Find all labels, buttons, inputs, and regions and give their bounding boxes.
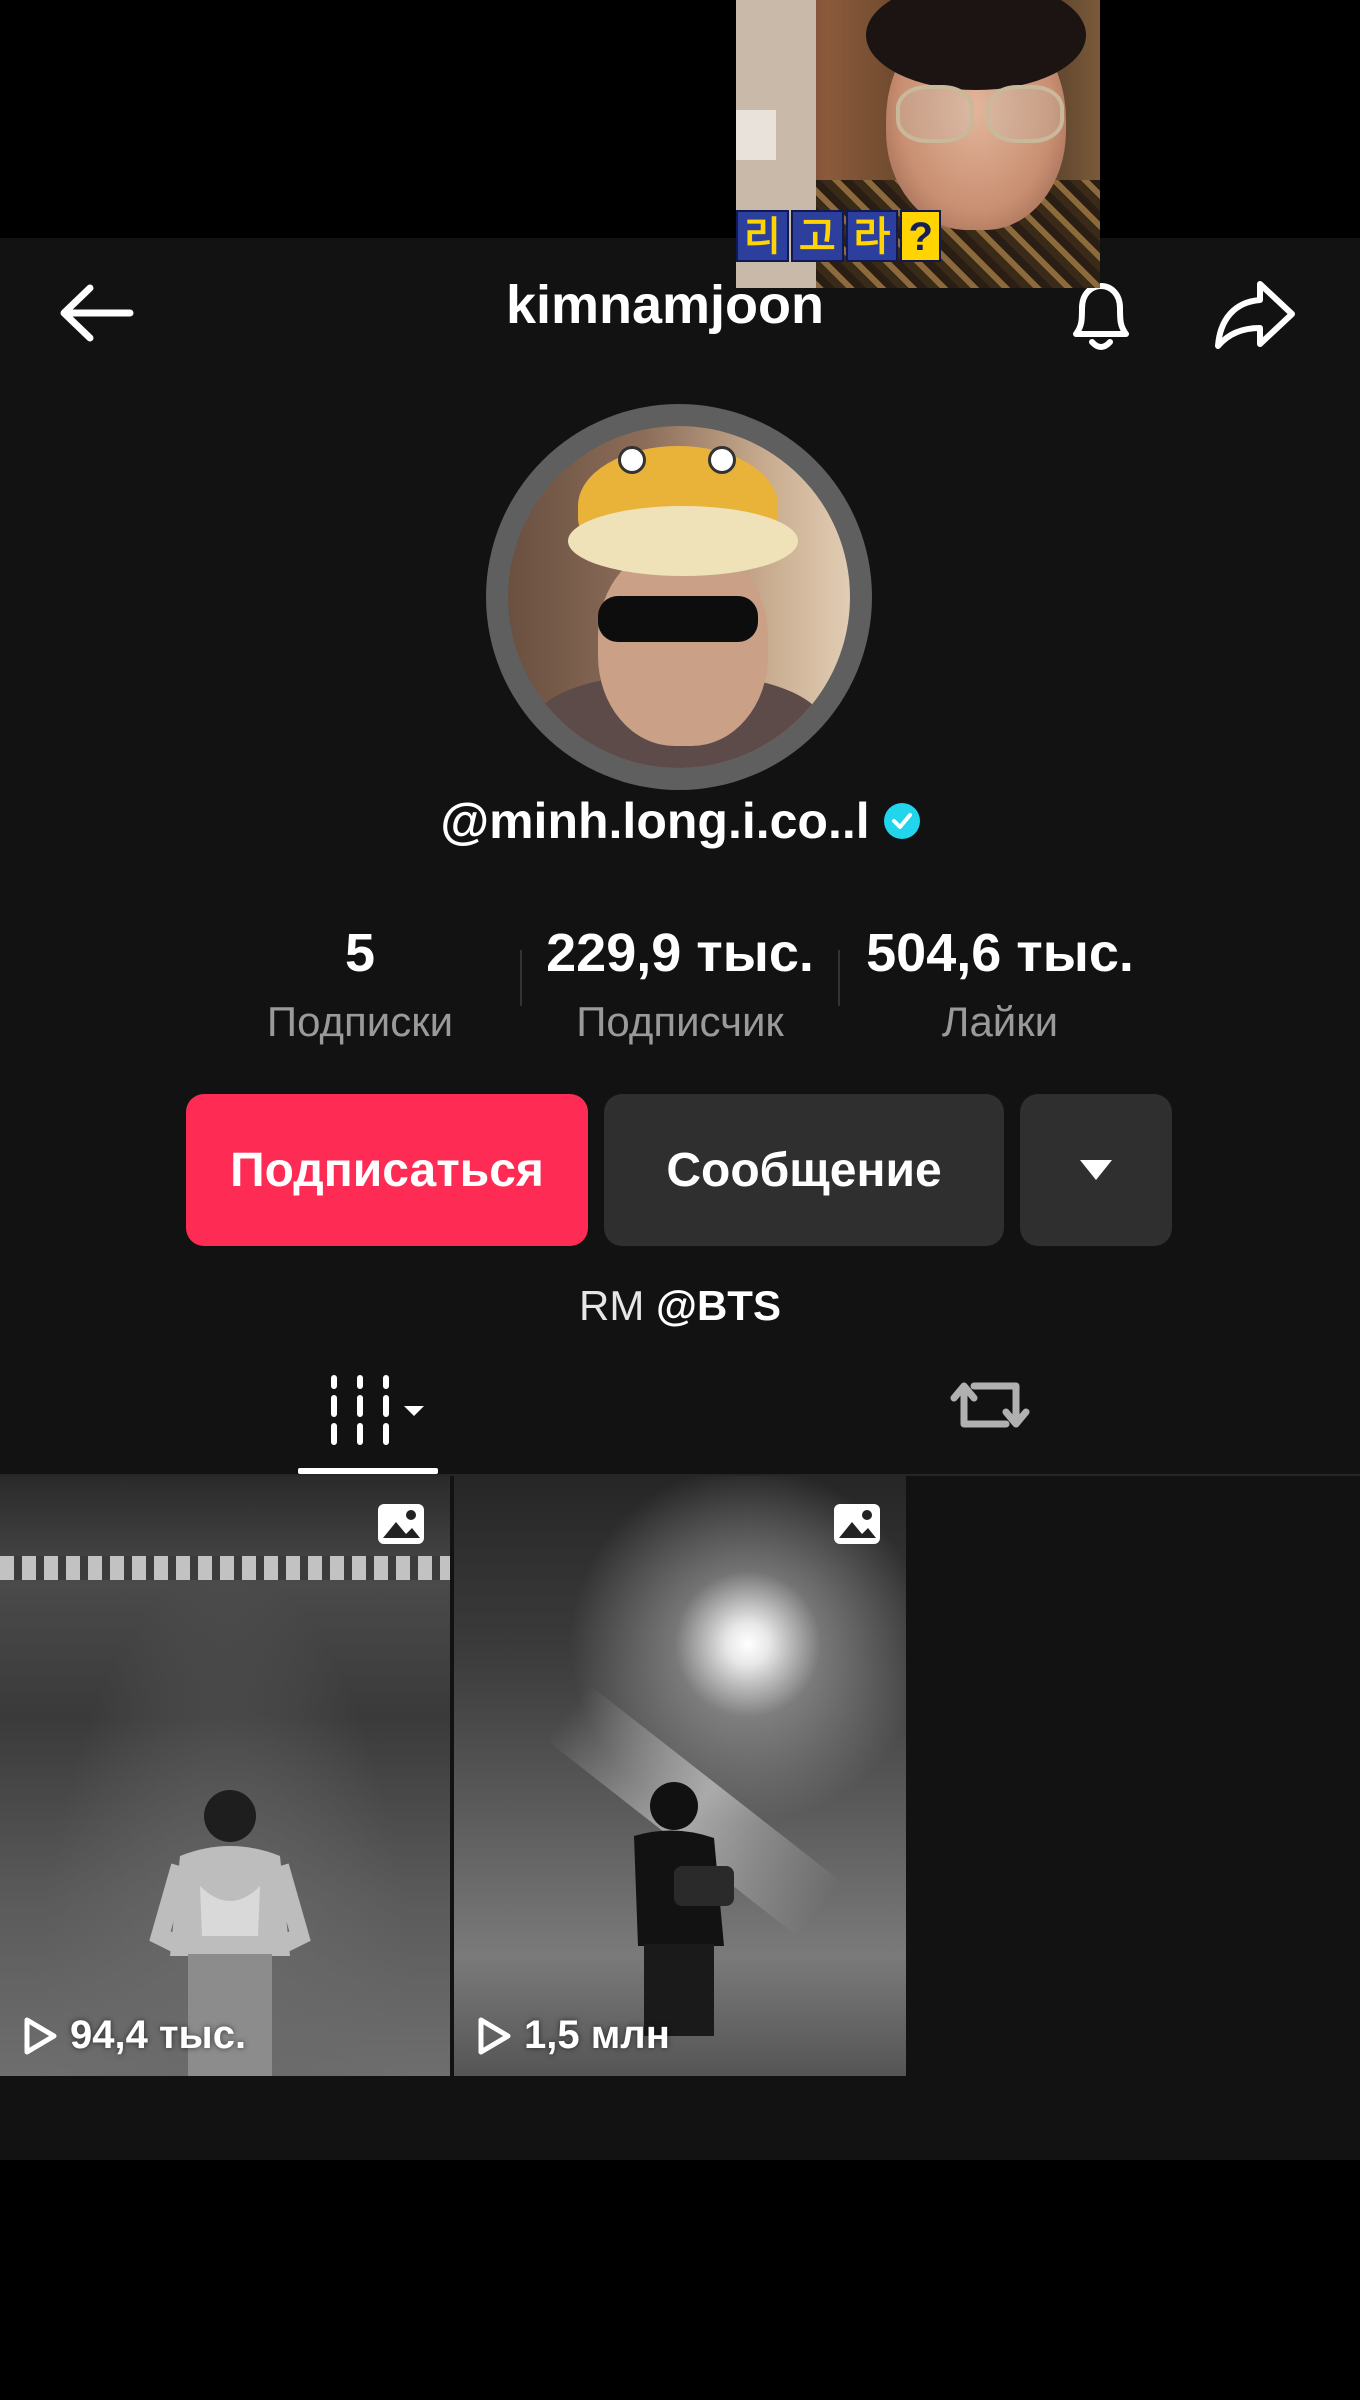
verified-badge-icon (883, 802, 920, 839)
message-button-label: Сообщение (666, 1143, 942, 1197)
tab-videos-grid-icon[interactable] (298, 1362, 468, 1472)
username-text: @minh.long.i.co..l (440, 793, 870, 849)
bio-text: RM (579, 1282, 657, 1329)
video-poster (736, 110, 776, 160)
play-icon (24, 2017, 57, 2054)
avatar-sunglasses (598, 596, 758, 642)
bio: RM @BTS (0, 1282, 1360, 1330)
tab-repost-icon[interactable] (950, 1370, 1030, 1440)
video-glasses-left (896, 85, 974, 143)
more-dropdown-button[interactable] (1020, 1094, 1172, 1246)
stat-value: 504,6 тыс. (866, 923, 1134, 983)
stat-likes[interactable]: 504,6 тыс. Лайки (840, 918, 1160, 1052)
video-caption: 리 고 라 ? (736, 210, 941, 262)
stat-label: Подписчик (576, 998, 784, 1045)
stadium-lights (0, 1556, 450, 1580)
video-thumbnail-2[interactable]: 1,5 млн (454, 1476, 906, 2076)
username: @minh.long.i.co..l (0, 792, 1360, 850)
caption-char: 라 (845, 210, 899, 262)
bio-mention-link[interactable]: @BTS (656, 1282, 781, 1329)
caption-question: ? (900, 210, 941, 262)
stat-following[interactable]: 5 Подписки (240, 918, 480, 1052)
follow-button-label: Подписаться (230, 1143, 544, 1197)
avatar-hat-brim (568, 506, 798, 576)
view-count: 94,4 тыс. (22, 2013, 246, 2058)
photo-icon (834, 1504, 880, 1544)
play-icon (478, 2017, 511, 2054)
view-count: 1,5 млн (476, 2013, 670, 2058)
stat-label: Лайки (941, 998, 1059, 1045)
stat-followers[interactable]: 229,9 тыс. Подписчик (520, 918, 840, 1052)
share-icon[interactable] (1212, 276, 1298, 352)
stat-value: 5 (344, 923, 376, 983)
caption-char: 리 (736, 210, 789, 262)
video-glasses-right (986, 85, 1064, 143)
message-button[interactable]: Сообщение (604, 1094, 1004, 1246)
avatar-hat-eye (708, 446, 736, 474)
follow-button[interactable]: Подписаться (186, 1094, 588, 1246)
avatar[interactable] (508, 426, 850, 768)
video-thumbnail-1[interactable]: 94,4 тыс. (0, 1476, 450, 2076)
stat-value: 229,9 тыс. (546, 923, 814, 983)
view-count-text: 1,5 млн (524, 2013, 670, 2057)
stat-label: Подписки (266, 998, 454, 1045)
caret-down-icon (1080, 1160, 1112, 1180)
avatar-face (598, 546, 768, 746)
avatar-hat-eye (618, 446, 646, 474)
photo-icon (378, 1504, 424, 1544)
notification-bell-icon[interactable] (1060, 276, 1142, 356)
performer-silhouette (634, 1782, 734, 2036)
caption-char: 고 (790, 210, 844, 262)
floating-video-thumbnail[interactable]: 리 고 라 ? (736, 0, 1100, 288)
view-count-text: 94,4 тыс. (70, 2013, 247, 2057)
